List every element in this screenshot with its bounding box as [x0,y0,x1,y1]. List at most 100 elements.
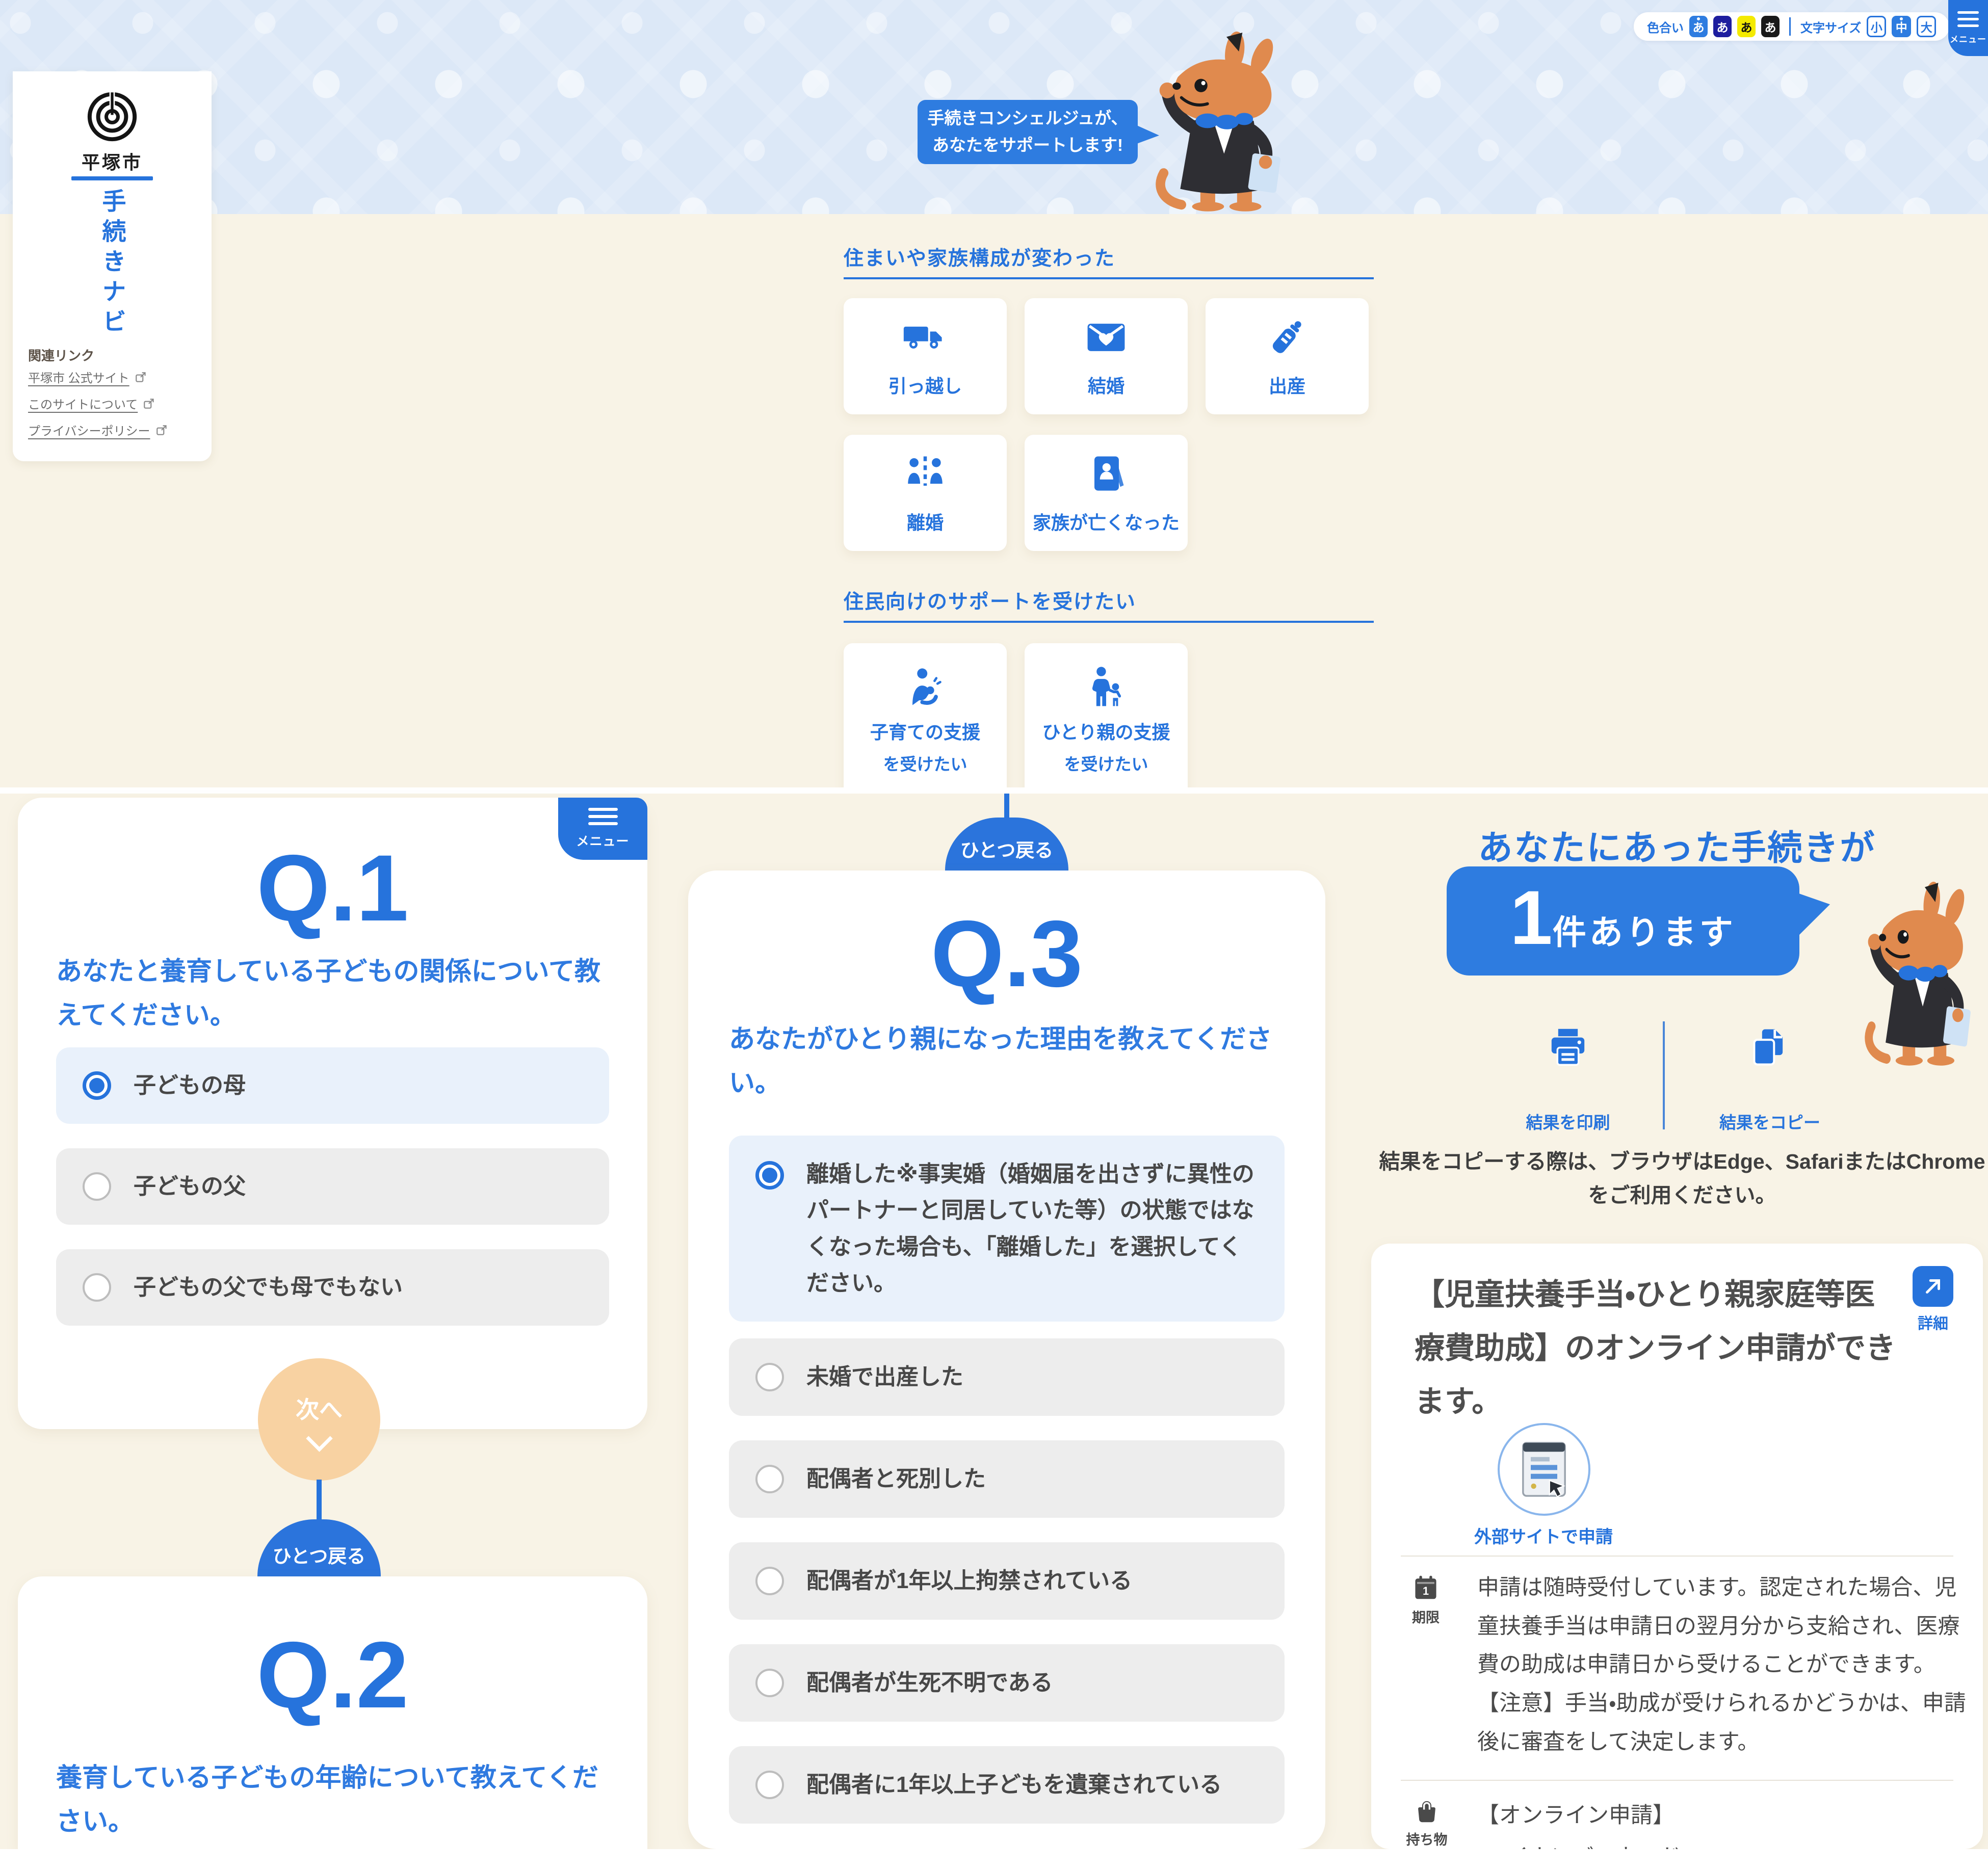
radio-icon [755,1363,784,1391]
q3-option-widowed[interactable]: 配偶者と死別した [729,1440,1285,1518]
sidebar-divider [71,176,153,180]
section-seam [0,787,1988,794]
card-marriage[interactable]: 結婚 [1025,298,1188,414]
font-size-medium[interactable]: 中 [1892,16,1911,37]
accessibility-toolbar: 色合い あ あ あ あ 文字サイズ 小 中 大 [1634,12,1949,41]
memorial-photo-icon [1083,451,1130,497]
color-option-navy[interactable]: あ [1713,16,1732,37]
flow-connector-line [317,1480,322,1520]
color-option-yellow[interactable]: あ [1737,16,1756,37]
print-icon[interactable] [1545,1023,1591,1070]
sidebar: 平塚市 手続きナビ 関連リンク 平塚市 公式サイト このサイトについて プライバ… [13,71,212,461]
q1-option-child-mother[interactable]: 子どもの母 [56,1047,609,1124]
color-option-blue[interactable]: あ [1689,16,1708,37]
font-size-large[interactable]: 大 [1917,16,1936,37]
color-scheme-label: 色合い [1647,18,1684,36]
section-heading-support: 住民向けのサポートを受けたい [844,586,1136,615]
card-moving[interactable]: 引っ越し [844,298,1007,414]
question-number: Q.1 [18,834,647,942]
external-apply-label[interactable]: 外部サイトで申請 [1436,1523,1651,1548]
detail-button[interactable] [1913,1266,1953,1307]
question-3-panel: Q.3 あなたがひとり親になった理由を教えてください。 離婚した※事実婚（婚姻届… [688,871,1325,1849]
link-official-site[interactable]: 平塚市 公式サイト [28,368,148,386]
color-option-black[interactable]: あ [1761,16,1780,37]
back-one-step-button[interactable]: ひとつ戻る [257,1519,381,1576]
city-emblem-icon [85,90,139,144]
q1-option-child-father[interactable]: 子どもの父 [56,1148,609,1225]
toolbar-divider [1789,17,1791,36]
radio-icon [83,1172,111,1201]
truck-icon [902,314,949,361]
print-result-button[interactable]: 結果を印刷 [1516,1109,1620,1134]
radio-icon [755,1771,784,1799]
external-apply-button[interactable] [1498,1423,1590,1516]
belongings-label: 持ち物 [1402,1829,1452,1849]
question-text: あなたと養育している子どもの関係について教えてください。 [56,950,612,1037]
question-number: Q.3 [688,900,1325,1008]
childcare-icon [902,664,949,711]
font-size-small[interactable]: 小 [1867,16,1886,37]
card-bereavement[interactable]: 家族が亡くなった [1025,435,1188,551]
question-number: Q.2 [18,1621,647,1729]
card-single-parent-support[interactable]: ひとり親の支援 を受けたい [1025,643,1188,787]
copy-icon[interactable] [1746,1024,1791,1069]
q3-option-child-abandoned[interactable]: 配偶者に1年以上子どもを遺棄されている [729,1746,1285,1824]
selected-dot [1900,17,1903,20]
back-one-step-button[interactable]: ひとつ戻る [945,818,1068,871]
radio-selected-icon [755,1161,784,1190]
hamburger-icon [1957,11,1979,27]
radio-icon [755,1567,784,1595]
radio-selected-icon [83,1071,111,1100]
hamburger-icon [588,808,618,825]
q3-option-divorced[interactable]: 離婚した※事実婚（婚姻届を出さずに異性のパートナーと同居していた等）の状態ではな… [729,1136,1285,1322]
site-title: 手続きナビ [95,189,130,339]
external-link-icon [143,397,156,410]
radio-icon [83,1273,111,1302]
mascot-illustration [1146,30,1300,212]
copy-result-button[interactable]: 結果をコピー [1717,1109,1823,1134]
section-heading-life-events: 住まいや家族構成が変わった [844,243,1115,271]
card-childcare-support[interactable]: 子育ての支援 を受けたい [844,643,1007,787]
chevron-down-icon [306,1425,332,1452]
deadline-calendar-icon: 1 [1411,1573,1441,1602]
card-divider [1401,1780,1953,1781]
q3-option-spouse-detained[interactable]: 配偶者が1年以上拘禁されている [729,1542,1285,1620]
deadline-text: 申請は随時受付しています。認定された場合、児童扶養手当は申請日の翌月分から支給さ… [1477,1569,1968,1761]
q1-option-neither-parent[interactable]: 子どもの父でも母でもない [56,1249,609,1326]
result-card: 【児童扶養手当・ひとり親家庭等医療費助成】のオンライン申請ができます。 詳細 外… [1371,1244,1983,1849]
external-link-icon [155,424,169,437]
result-count: 1 [1510,876,1552,960]
detail-label: 詳細 [1908,1311,1957,1333]
link-about-site[interactable]: このサイトについて [28,394,156,412]
menu-button[interactable]: メニュー [1948,0,1988,56]
card-birth[interactable]: 出産 [1206,298,1369,414]
deadline-label: 期限 [1403,1606,1449,1626]
q3-option-unmarried-birth[interactable]: 未婚で出産した [729,1338,1285,1416]
card-divorce[interactable]: 離婚 [844,435,1007,551]
svg-text:1: 1 [1423,1585,1429,1597]
result-count-bubble: 1 件あります [1447,866,1799,976]
divorce-icon [902,451,949,497]
q3-option-spouse-missing[interactable]: 配偶者が生死不明である [729,1644,1285,1722]
question-2-panel: Q.2 養育している子どもの年齢について教えてください。 [18,1576,647,1849]
speech-line: あなたをサポートします! [932,132,1123,159]
question-1-panel: メニュー Q.1 あなたと養育している子どもの関係について教えてください。 子ど… [18,798,647,1429]
actions-divider [1663,1021,1665,1129]
font-size-label: 文字サイズ [1800,18,1861,36]
radio-icon [755,1465,784,1493]
online-form-icon [1518,1438,1571,1501]
speech-line: 手続きコンシェルジュが、 [927,105,1128,132]
procedure-navi-page: 色合い あ あ あ あ 文字サイズ 小 中 大 メニュー 手続きコンシェルジュが… [0,0,1988,1871]
link-privacy-policy[interactable]: プライバシーポリシー [28,421,169,439]
envelope-heart-icon [1083,314,1130,361]
single-parent-icon [1083,664,1130,711]
baby-bottle-icon [1264,314,1311,361]
top-section: 色合い あ あ あ あ 文字サイズ 小 中 大 メニュー 手続きコンシェルジュが… [0,0,1988,787]
next-button[interactable]: 次へ [258,1358,380,1481]
radio-icon [755,1669,784,1697]
card-divider [1401,1556,1953,1557]
arrow-up-right-icon [1921,1275,1945,1298]
section-underline [844,621,1374,623]
question-text: あなたがひとり親になった理由を教えてください。 [729,1017,1290,1104]
mascot-illustration [1856,880,1987,1066]
